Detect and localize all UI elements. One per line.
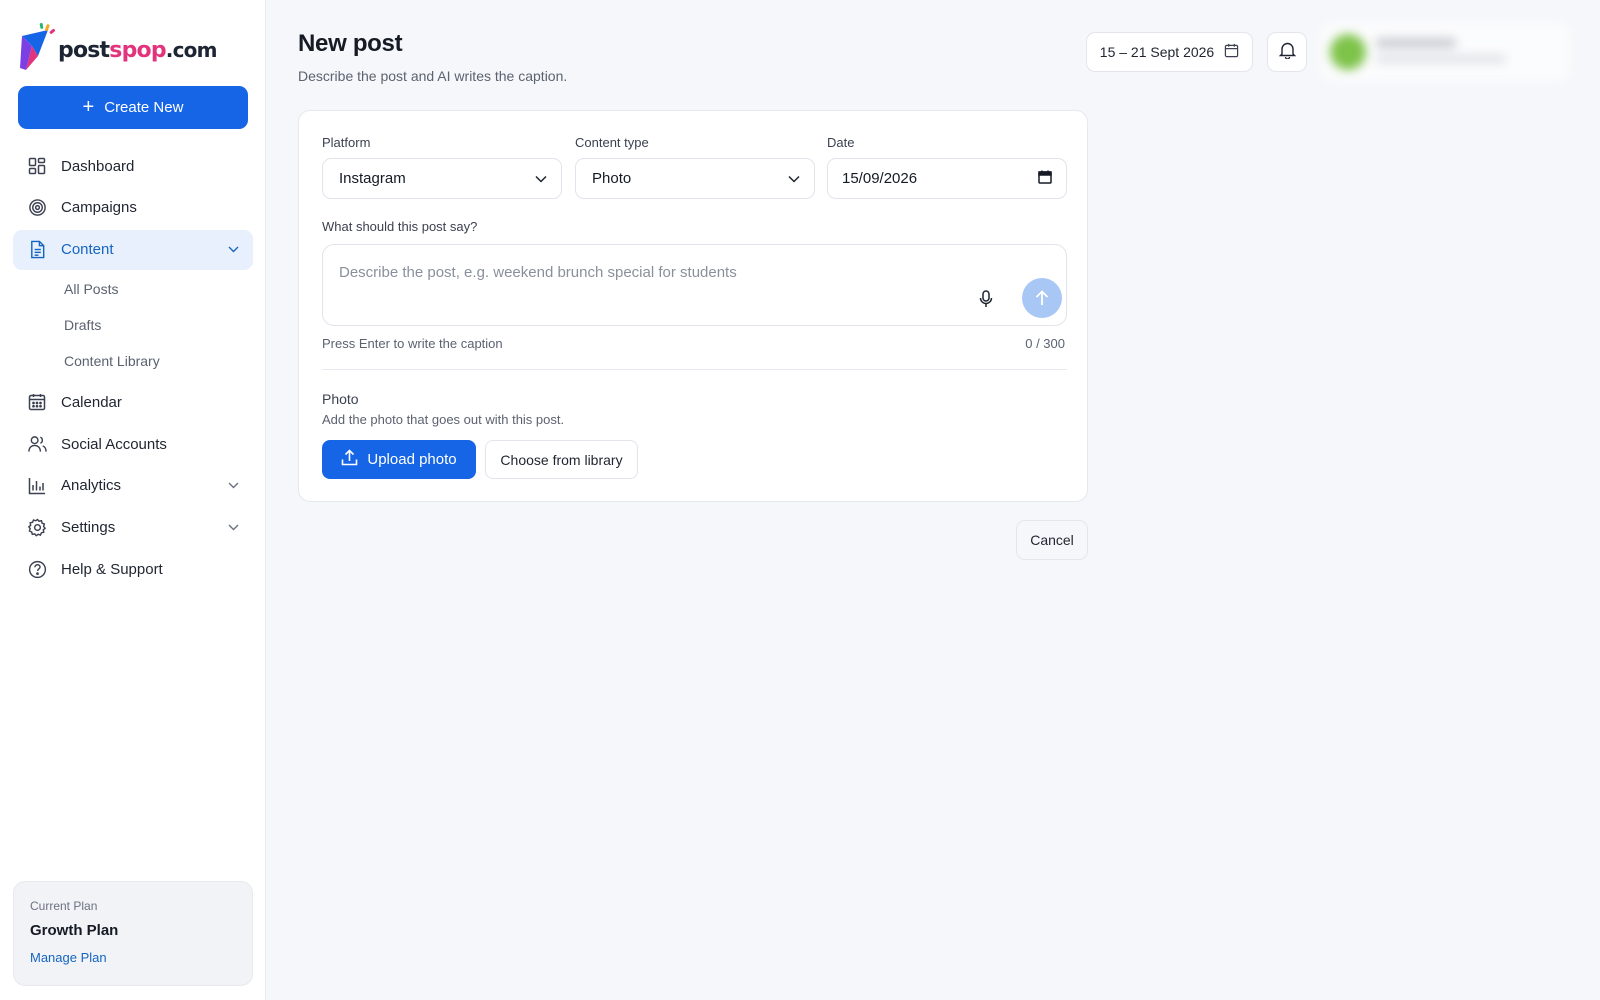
avatar bbox=[1330, 34, 1366, 70]
plan-name: Growth Plan bbox=[30, 922, 119, 939]
sidebar-item-settings[interactable]: Settings bbox=[13, 508, 253, 548]
help-circle-icon bbox=[27, 560, 47, 580]
user-profile-menu[interactable] bbox=[1320, 22, 1570, 82]
platform-select[interactable]: Instagram bbox=[322, 158, 562, 199]
send-button[interactable] bbox=[1022, 278, 1062, 318]
choose-from-library-button[interactable]: Choose from library bbox=[485, 440, 638, 479]
date-value: 15/09/2026 bbox=[842, 170, 918, 187]
upload-photo-button[interactable]: Upload photo bbox=[322, 440, 476, 479]
cancel-button[interactable]: Cancel bbox=[1016, 520, 1088, 560]
sidebar-item-help-support[interactable]: Help & Support bbox=[13, 550, 253, 590]
content-type-select[interactable]: Photo bbox=[575, 158, 815, 199]
post-prompt-textarea[interactable]: Describe the post, e.g. weekend brunch s… bbox=[322, 244, 1067, 326]
sidebar-item-analytics[interactable]: Analytics bbox=[13, 466, 253, 506]
content-type-label: Content type bbox=[575, 135, 649, 150]
chevron-down-icon bbox=[788, 170, 800, 187]
content-submenu: All Posts Drafts Content Library bbox=[13, 271, 253, 379]
sidebar-item-social-accounts[interactable]: Social Accounts bbox=[13, 424, 253, 464]
photo-section-description: Add the photo that goes out with this po… bbox=[322, 412, 565, 427]
sidebar-subitem-content-library[interactable]: Content Library bbox=[13, 343, 253, 379]
content-type-value: Photo bbox=[592, 170, 632, 187]
sidebar-item-label: Settings bbox=[61, 519, 116, 537]
profile-email-redacted bbox=[1376, 55, 1506, 63]
new-post-form-card: Platform Instagram Content type Photo Da… bbox=[298, 110, 1088, 502]
sidebar-item-calendar[interactable]: Calendar bbox=[13, 382, 253, 422]
target-icon bbox=[27, 198, 47, 218]
manage-plan-link[interactable]: Manage Plan bbox=[30, 950, 107, 965]
bar-chart-icon bbox=[27, 476, 47, 496]
sidebar-item-label: Calendar bbox=[61, 393, 122, 411]
prompt-label: What should this post say? bbox=[322, 219, 478, 234]
sidebar-subitem-all-posts[interactable]: All Posts bbox=[13, 271, 253, 307]
logo-mark-icon bbox=[18, 22, 56, 72]
sidebar-item-campaigns[interactable]: Campaigns bbox=[13, 188, 253, 228]
date-label: Date bbox=[827, 135, 855, 150]
plus-icon: + bbox=[82, 95, 95, 118]
prompt-placeholder: Describe the post, e.g. weekend brunch s… bbox=[339, 264, 737, 281]
page-subtitle: Describe the post and AI writes the capt… bbox=[298, 68, 568, 84]
date-input[interactable]: 15/09/2026 bbox=[827, 158, 1067, 199]
upload-icon bbox=[341, 449, 358, 470]
users-icon bbox=[27, 434, 47, 454]
calendar-icon bbox=[27, 392, 47, 412]
chevron-down-icon bbox=[227, 480, 239, 492]
sidebar-item-label: Content bbox=[61, 241, 114, 259]
photo-section-label: Photo bbox=[322, 391, 359, 407]
sidebar-item-dashboard[interactable]: Dashboard bbox=[13, 146, 253, 186]
grid-icon bbox=[27, 156, 47, 176]
sidebar-item-label: Social Accounts bbox=[61, 435, 167, 453]
platform-value: Instagram bbox=[339, 170, 406, 187]
calendar-icon[interactable] bbox=[1038, 170, 1052, 188]
sidebar-item-label: Help & Support bbox=[61, 561, 163, 579]
date-range-label: 15 – 21 Sept 2026 bbox=[1099, 44, 1215, 60]
chevron-down-icon bbox=[535, 170, 547, 187]
create-new-button[interactable]: + Create New bbox=[18, 86, 248, 129]
prompt-hint: Press Enter to write the caption bbox=[322, 336, 503, 351]
chevron-down-icon bbox=[227, 244, 239, 256]
notifications-button[interactable] bbox=[1267, 32, 1307, 72]
microphone-icon[interactable] bbox=[974, 287, 998, 311]
sidebar-item-content[interactable]: Content bbox=[13, 229, 253, 270]
sidebar: postspop.com + Create New Dashboard Camp… bbox=[0, 0, 266, 1000]
document-icon bbox=[27, 240, 47, 260]
create-new-label: Create New bbox=[104, 99, 184, 116]
sidebar-item-label: Dashboard bbox=[61, 157, 135, 175]
sidebar-item-label: Analytics bbox=[61, 477, 122, 495]
sidebar-nav: Dashboard Campaigns Content All Posts Dr… bbox=[13, 146, 253, 591]
date-range-picker[interactable]: 15 – 21 Sept 2026 bbox=[1086, 32, 1253, 72]
logo-wordmark: postspop.com bbox=[58, 37, 217, 63]
current-plan-card: Current Plan Growth Plan Manage Plan bbox=[13, 881, 253, 986]
brand-logo[interactable]: postspop.com bbox=[18, 22, 217, 72]
bell-icon bbox=[1278, 41, 1296, 64]
chevron-down-icon bbox=[227, 522, 239, 534]
divider bbox=[322, 369, 1067, 370]
sidebar-item-label: Campaigns bbox=[61, 199, 137, 217]
calendar-icon bbox=[1224, 43, 1239, 61]
gear-icon bbox=[27, 518, 47, 538]
page-title: New post bbox=[298, 30, 403, 57]
profile-name-redacted bbox=[1376, 38, 1456, 48]
sidebar-subitem-drafts[interactable]: Drafts bbox=[13, 307, 253, 343]
platform-label: Platform bbox=[322, 135, 371, 150]
plan-caption: Current Plan bbox=[30, 899, 98, 913]
character-counter: 0 / 300 bbox=[1025, 336, 1065, 351]
arrow-up-icon bbox=[1035, 290, 1049, 305]
upload-photo-label: Upload photo bbox=[367, 451, 457, 468]
